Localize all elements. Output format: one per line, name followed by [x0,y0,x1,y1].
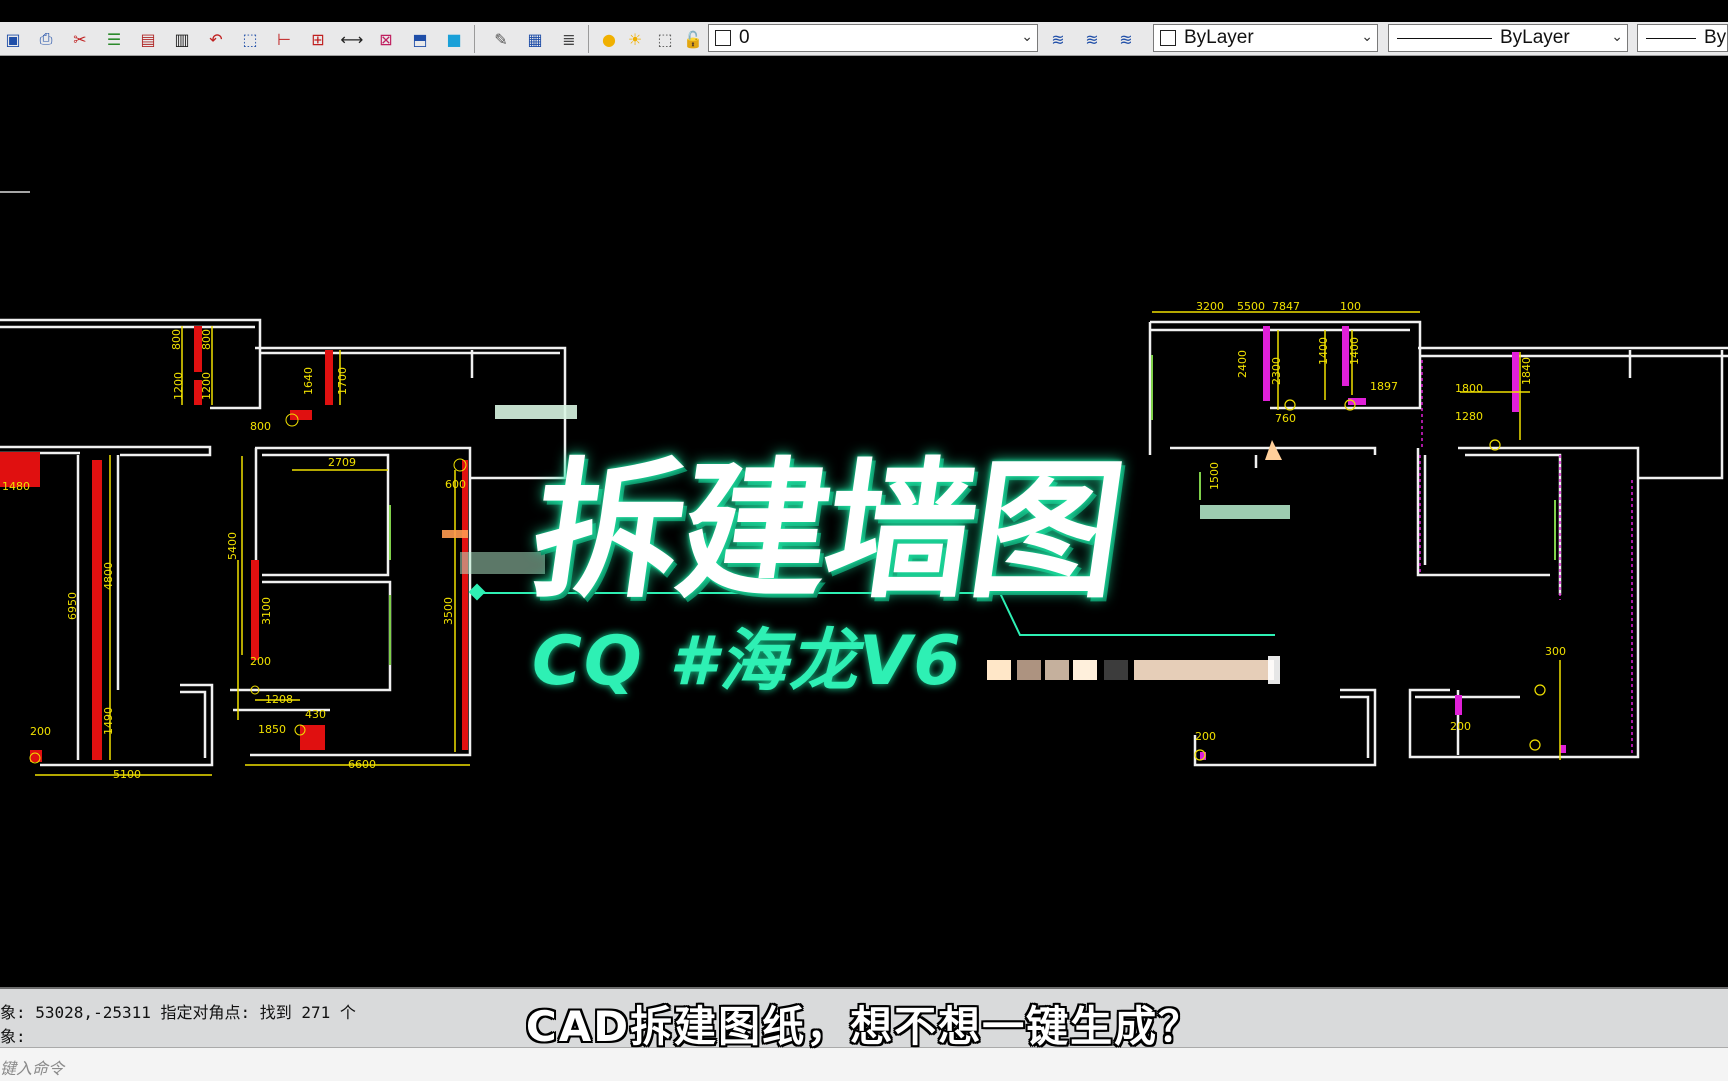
dim-text: 300 [1545,645,1566,658]
dim-text: 1200 [172,372,185,400]
window-select-icon[interactable]: ⬚ [237,26,263,52]
overlay-title: 拆建墙图 [521,445,1131,619]
dim-text: 100 [1340,300,1361,313]
dim-text: 800 [200,329,213,350]
dim-text: 1500 [1208,462,1221,490]
dim-text: 4800 [102,562,115,590]
dim-text: 800 [250,420,271,433]
undo-icon[interactable]: ↶ [203,26,229,52]
chevron-down-icon: ⌄ [1611,28,1623,44]
color-value: ByLayer [1184,27,1254,48]
dim-text: 1208 [265,693,293,706]
linetype-preview [1397,37,1492,39]
layer-tool-icon[interactable]: ⬒ [407,26,433,52]
color-dropdown[interactable]: ByLayer ⌄ [1153,24,1378,52]
dim-text: 1850 [258,723,286,736]
dim-text: 5400 [226,532,239,560]
chevron-down-icon: ⌄ [1021,28,1033,44]
dim-text: 2709 [328,456,356,469]
insert-block-icon[interactable]: ⊞ [305,26,331,52]
dim-text: 1400 [1348,337,1361,365]
lineweight-preview [1646,37,1696,39]
dim-text: 1200 [200,372,213,400]
dim-text: 1700 [336,367,349,395]
right-floor-plan-walls [1148,320,1728,767]
dim-text: 800 [170,329,183,350]
save-icon[interactable]: ▣ [0,26,26,52]
layer-value: 0 [739,27,750,48]
dim-text: 600 [445,478,466,491]
book-icon[interactable]: ▥ [169,26,195,52]
dimension-icon[interactable]: ⊢ [271,26,297,52]
props-icon[interactable]: ▦ [522,26,548,52]
dim-text: 200 [30,725,51,738]
sun-icon[interactable]: ☀ [622,26,648,52]
dim-text: 6950 [66,592,79,620]
lightbulb-icon[interactable]: ● [596,26,622,52]
command-placeholder: 键入命令 [0,1059,65,1078]
dim-text: 2300 [1270,357,1283,385]
linetype-value: ByLayer [1500,27,1570,48]
dim-text: 760 [1275,412,1296,425]
dim-text: 1800 [1455,382,1483,395]
chevron-down-icon: ⌄ [1361,28,1373,44]
dim-text: 1480 [2,480,30,493]
fill-icon[interactable]: ■ [441,26,467,52]
layer-previous-icon[interactable]: ≋ [1079,26,1105,52]
toolbar: ▣ ⎙ ✂ ☰ ▤ ▥ ↶ ⬚ ⊢ ⊞ ⟷ ⊠ ⬒ ■ ✎ ▦ ≣ ● ☀ ⬚ … [0,0,1728,57]
separator [588,25,589,53]
dim-text: 3100 [260,597,273,625]
dim-text: 2400 [1236,350,1249,378]
layer-prop-icon[interactable]: ≣ [556,26,582,52]
cut-icon[interactable]: ✂ [67,26,93,52]
lock-icon[interactable]: 🔓 [680,26,706,52]
dim-text: 1400 [1317,337,1330,365]
lineweight-value: By [1704,27,1727,48]
lisp-edit-icon[interactable]: ✎ [488,26,514,52]
purge-icon[interactable]: ⊠ [373,26,399,52]
dim-text: 3500 [442,597,455,625]
video-caption: CAD拆建图纸，想不想一键生成？ [525,1002,1203,1051]
dim-text: 3200 [1196,300,1224,313]
right-dimension-lines [1152,311,1561,760]
separator [474,25,475,53]
layer-color-swatch [715,30,731,46]
dim-text: 430 [305,708,326,721]
layer-stack-icon[interactable]: ☰ [101,26,127,52]
color-swatch [1160,30,1176,46]
dim-text: 1640 [302,367,315,395]
dim-text: 200 [1450,720,1471,733]
freeze-icon[interactable]: ⬚ [652,26,678,52]
lineweight-dropdown[interactable]: By [1637,24,1728,52]
layer-match-icon[interactable]: ≋ [1045,26,1071,52]
print-icon[interactable]: ⎙ [33,26,59,52]
dim-text: 5100 [113,768,141,781]
dim-text: 1490 [102,707,115,735]
linetype-dropdown[interactable]: ByLayer ⌄ [1388,24,1628,52]
dim-text: 1897 [1370,380,1398,393]
dim-text: 1840 [1520,357,1533,385]
right-windows [1151,355,1556,560]
dim-text: 6600 [348,758,376,771]
overlay-subtitle: CQ #海龙V6 [532,622,963,701]
dim-text: 5500 [1237,300,1265,313]
match-prop-icon[interactable]: ▤ [135,26,161,52]
measure-icon[interactable]: ⟷ [339,26,365,52]
dim-text: 7847 [1272,300,1300,313]
dim-text: 200 [250,655,271,668]
dim-text: 200 [1195,730,1216,743]
layer-dropdown[interactable]: 0 ⌄ [708,24,1038,52]
layer-states-icon[interactable]: ≋ [1113,26,1139,52]
dim-text: 1280 [1455,410,1483,423]
